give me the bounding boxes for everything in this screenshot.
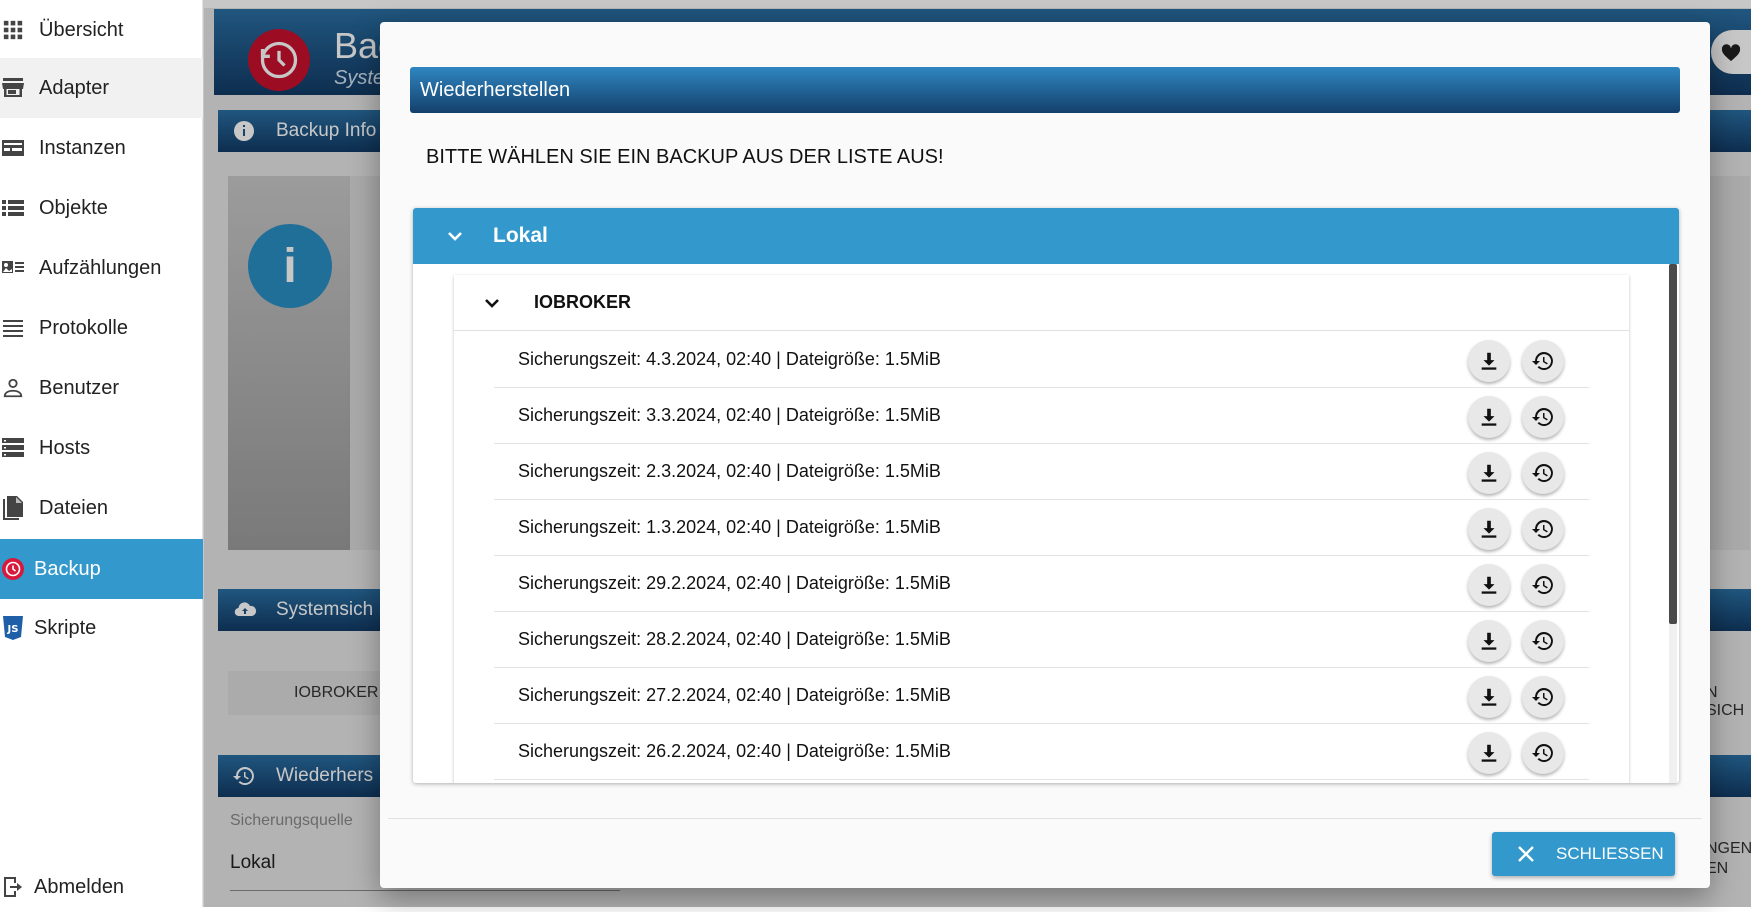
- svg-text:JS: JS: [7, 624, 19, 635]
- download-icon[interactable]: [1468, 564, 1510, 606]
- sidebar-item-enums[interactable]: Aufzählungen: [0, 238, 203, 298]
- download-icon[interactable]: [1468, 452, 1510, 494]
- restore-icon[interactable]: [1522, 564, 1564, 606]
- restore-icon[interactable]: [1522, 676, 1564, 718]
- download-icon[interactable]: [1468, 340, 1510, 382]
- log-icon: [0, 315, 26, 341]
- accordion-iobroker: IOBROKER Sicherungszeit: 4.3.2024, 02:40…: [454, 275, 1629, 783]
- grid-icon: [0, 17, 26, 43]
- backup-row: Sicherungszeit: 26.2.2024, 02:40 | Datei…: [494, 724, 1589, 780]
- sidebar-item-scripts[interactable]: JS Skripte: [0, 598, 203, 658]
- backup-row: Sicherungszeit: 4.3.2024, 02:40 | Dateig…: [494, 332, 1589, 388]
- sidebar-item-label: Hosts: [39, 436, 91, 459]
- download-icon[interactable]: [1468, 620, 1510, 662]
- backup-row: Sicherungszeit: 28.2.2024, 02:40 | Datei…: [494, 612, 1589, 668]
- sidebar-item-objects[interactable]: Objekte: [0, 178, 203, 238]
- accordion-local: Lokal IOBROKER Sicherungszeit: 4.3.2024,…: [413, 208, 1679, 783]
- backup-info: Sicherungszeit: 4.3.2024, 02:40 | Dateig…: [518, 349, 941, 369]
- store-icon: [0, 75, 26, 101]
- sidebar: Übersicht Adapter Instanzen Objekte Aufz…: [0, 0, 203, 907]
- hosts-icon: [0, 435, 26, 461]
- js-icon: JS: [0, 615, 26, 641]
- accordion-local-body: IOBROKER Sicherungszeit: 4.3.2024, 02:40…: [413, 264, 1679, 783]
- sidebar-item-backup[interactable]: Backup: [0, 539, 203, 599]
- close-button[interactable]: SCHLIESSEN: [1492, 832, 1675, 876]
- sidebar-item-users[interactable]: Benutzer: [0, 358, 203, 418]
- restore-icon[interactable]: [1522, 396, 1564, 438]
- backup-info: Sicherungszeit: 3.3.2024, 02:40 | Dateig…: [518, 405, 941, 425]
- sidebar-item-logs[interactable]: Protokolle: [0, 298, 203, 358]
- scrollbar-thumb[interactable]: [1669, 264, 1677, 624]
- backup-row: Sicherungszeit: 29.2.2024, 02:40 | Datei…: [494, 556, 1589, 612]
- sidebar-item-label: Benutzer: [39, 376, 120, 399]
- logout-icon: [0, 874, 26, 900]
- accordion-local-header[interactable]: Lokal: [413, 208, 1679, 264]
- logout-label: Abmelden: [34, 875, 125, 898]
- accordion-iobroker-header[interactable]: IOBROKER: [454, 275, 1629, 331]
- download-icon[interactable]: [1468, 676, 1510, 718]
- close-icon: [1516, 844, 1536, 864]
- instances-icon: [0, 135, 26, 161]
- restore-icon[interactable]: [1522, 452, 1564, 494]
- sidebar-item-instances[interactable]: Instanzen: [0, 118, 203, 178]
- sidebar-item-overview[interactable]: Übersicht: [0, 0, 203, 60]
- sidebar-item-label: Übersicht: [39, 18, 124, 41]
- sidebar-item-hosts[interactable]: Hosts: [0, 418, 203, 478]
- backup-icon: [0, 556, 26, 582]
- download-icon[interactable]: [1468, 396, 1510, 438]
- logout-button[interactable]: Abmelden: [0, 862, 203, 912]
- backup-info: Sicherungszeit: 26.2.2024, 02:40 | Datei…: [518, 741, 951, 761]
- sidebar-item-label: Objekte: [39, 196, 108, 219]
- dialog-divider: [388, 818, 1702, 819]
- close-button-label: SCHLIESSEN: [1556, 844, 1664, 863]
- backup-info: Sicherungszeit: 1.3.2024, 02:40 | Dateig…: [518, 517, 941, 537]
- sidebar-item-adapter[interactable]: Adapter: [0, 58, 203, 118]
- restore-dialog: Wiederherstellen BITTE WÄHLEN SIE EIN BA…: [380, 22, 1710, 888]
- enum-icon: [0, 255, 26, 281]
- files-icon: [0, 495, 26, 521]
- dialog-instruction: BITTE WÄHLEN SIE EIN BACKUP AUS DER LIST…: [426, 146, 944, 168]
- backup-info: Sicherungszeit: 27.2.2024, 02:40 | Datei…: [518, 685, 951, 705]
- download-icon[interactable]: [1468, 732, 1510, 774]
- sidebar-item-files[interactable]: Dateien: [0, 478, 203, 538]
- user-icon: [0, 375, 26, 401]
- sidebar-item-label: Instanzen: [39, 136, 126, 159]
- backup-info: Sicherungszeit: 28.2.2024, 02:40 | Datei…: [518, 629, 951, 649]
- list-icon: [0, 195, 26, 221]
- backup-row: Sicherungszeit: 2.3.2024, 02:40 | Dateig…: [494, 444, 1589, 500]
- backup-row: Sicherungszeit: 27.2.2024, 02:40 | Datei…: [494, 668, 1589, 724]
- chevron-down-icon: [480, 291, 504, 315]
- restore-icon[interactable]: [1522, 508, 1564, 550]
- sidebar-item-label: Protokolle: [39, 316, 128, 339]
- download-icon[interactable]: [1468, 508, 1510, 550]
- sidebar-item-label: Dateien: [39, 496, 108, 519]
- accordion-iobroker-label: IOBROKER: [534, 292, 632, 312]
- backup-list: Sicherungszeit: 4.3.2024, 02:40 | Dateig…: [494, 332, 1589, 780]
- sidebar-item-label: Aufzählungen: [39, 256, 162, 279]
- backup-info: Sicherungszeit: 2.3.2024, 02:40 | Dateig…: [518, 461, 941, 481]
- accordion-local-label: Lokal: [493, 224, 548, 247]
- sidebar-item-label: Adapter: [39, 76, 110, 99]
- dialog-title: Wiederherstellen: [410, 67, 1680, 113]
- restore-icon[interactable]: [1522, 340, 1564, 382]
- restore-icon[interactable]: [1522, 620, 1564, 662]
- chevron-down-icon: [443, 224, 467, 248]
- backup-row: Sicherungszeit: 3.3.2024, 02:40 | Dateig…: [494, 388, 1589, 444]
- sidebar-item-label: Skripte: [34, 616, 97, 639]
- backup-row: Sicherungszeit: 1.3.2024, 02:40 | Dateig…: [494, 500, 1589, 556]
- sidebar-item-label: Backup: [34, 557, 101, 580]
- backup-info: Sicherungszeit: 29.2.2024, 02:40 | Datei…: [518, 573, 951, 593]
- restore-icon[interactable]: [1522, 732, 1564, 774]
